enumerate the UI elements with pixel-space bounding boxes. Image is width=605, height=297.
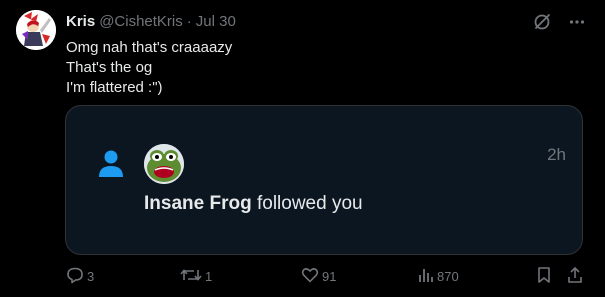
tweet[interactable]: Kris @CishetKris · Jul 30 Omg nah that's…	[0, 0, 605, 297]
tweet-date[interactable]: Jul 30	[196, 12, 236, 32]
like-icon	[301, 266, 319, 287]
bookmark-icon	[536, 266, 552, 287]
header-separator: ·	[186, 13, 192, 30]
repost-icon	[180, 266, 202, 287]
views-count: 870	[437, 268, 459, 284]
tweet-line: Omg nah that's craaaazy	[66, 39, 233, 56]
notification-screenshot-card[interactable]: 2h Insane Frog followed you	[65, 105, 583, 255]
repost-count: 1	[205, 268, 213, 284]
tweet-line: That's the og	[66, 59, 153, 76]
person-icon	[98, 149, 124, 184]
follower-avatar[interactable]	[144, 144, 184, 184]
author-avatar[interactable]	[16, 10, 56, 50]
tweet-text: Omg nah that's craaaazy That's the og I'…	[66, 38, 232, 98]
tweet-line: I'm flattered :")	[66, 79, 163, 96]
header-actions	[533, 12, 585, 32]
bookmark-button[interactable]	[536, 264, 552, 288]
follower-name[interactable]: Insane Frog	[144, 193, 252, 214]
notification-time: 2h	[547, 145, 566, 164]
share-icon	[566, 266, 584, 287]
reply-button[interactable]: 3	[66, 264, 94, 288]
like-count: 91	[322, 268, 337, 284]
grok-icon[interactable]	[533, 13, 551, 31]
more-icon[interactable]	[569, 14, 585, 30]
like-button[interactable]: 91	[301, 264, 336, 288]
tweet-actions: 3 1 91 870	[0, 264, 605, 288]
repost-button[interactable]: 1	[180, 264, 212, 288]
share-button[interactable]	[566, 264, 584, 288]
author-name[interactable]: Kris	[66, 12, 95, 32]
author-handle[interactable]: @CishetKris	[99, 12, 183, 32]
notification-action: followed you	[256, 193, 363, 214]
views-icon	[418, 266, 434, 287]
reply-count: 3	[87, 268, 95, 284]
reply-icon	[66, 266, 84, 287]
tweet-header: Kris @CishetKris · Jul 30	[66, 12, 236, 32]
views-button[interactable]: 870	[418, 264, 459, 288]
notification-text: Insane Frog followed you	[144, 192, 363, 216]
